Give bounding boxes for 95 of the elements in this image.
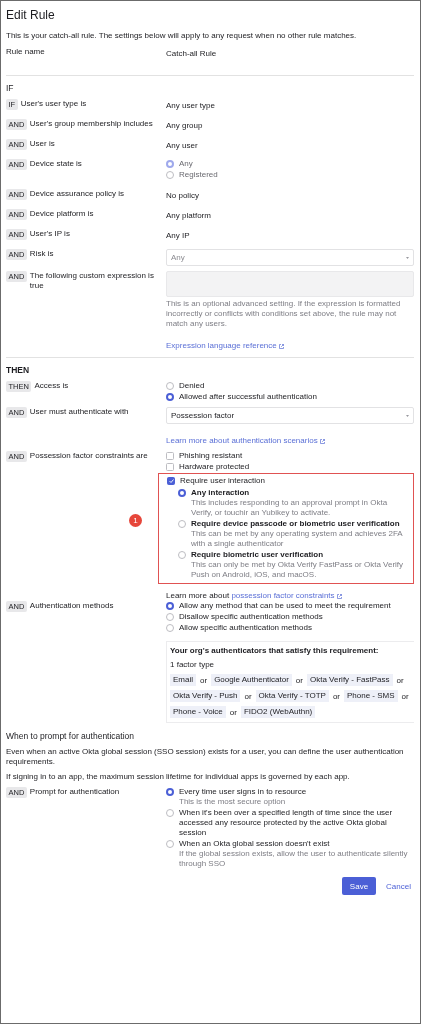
- authenticators-title: Your org's authenticators that satisfy this requirement:: [170, 646, 380, 655]
- authenticator-tag: Okta Verify - TOTP: [255, 690, 329, 702]
- intro-text: This is your catch-all rule. The settings below will apply to any request when no other rule matches.: [6, 31, 358, 41]
- section-heading: IF: [6, 83, 15, 93]
- option-label: Disallow specific authentication methods: [179, 612, 323, 622]
- condition-value: No policy: [166, 190, 200, 202]
- condition-value: Any user: [166, 140, 199, 152]
- external-link-icon: [278, 343, 284, 349]
- condition-label: Device state is: [29, 159, 82, 169]
- option-label: Hardware protected: [179, 462, 250, 472]
- condition-label: User's group membership includes: [29, 119, 153, 129]
- cancel-button[interactable]: Cancel: [386, 881, 411, 891]
- caret-icon: [406, 414, 409, 417]
- condition-label: Authentication methods: [29, 601, 114, 611]
- condition-label: Device assurance policy is: [29, 189, 125, 199]
- option-label: Any: [179, 159, 193, 169]
- condition-label: Risk is: [29, 249, 54, 259]
- radio-button[interactable]: [178, 520, 186, 528]
- option-label: Any interaction: [191, 488, 250, 498]
- condition-value: Any user type: [166, 100, 216, 112]
- option-label: Registered: [179, 170, 218, 180]
- radio-button[interactable]: [166, 393, 174, 401]
- condition-label: Possession factor constraints are: [29, 451, 148, 461]
- radio-button[interactable]: [166, 382, 174, 390]
- radio-button[interactable]: [166, 788, 174, 796]
- option-description: This can only be met by Okta Verify FastPass or Okta Verify Push on Android, iOS, and macOS.: [191, 560, 405, 580]
- condition-label: The following custom expression is true: [29, 271, 155, 291]
- callout-number: 1: [129, 514, 142, 527]
- help-text: This is an optional advanced setting. If the expression is formatted incorrectly or conflicts with conditions set above, the rule may not match any users.: [166, 299, 402, 329]
- authenticator-tag: Phone - SMS: [344, 690, 398, 702]
- authenticator-tag: FIDO2 (WebAuthn): [240, 706, 316, 718]
- authenticator-tag: Google Authenticator: [211, 674, 292, 686]
- option-description: This includes responding to an approval prompt in Okta Verify, or touchir an Yubikey to activate.: [191, 498, 389, 518]
- condition-value: Any IP: [166, 230, 191, 242]
- help-link[interactable]: Learn more about authentication scenarios: [166, 436, 325, 446]
- condition-label: Access is: [34, 381, 69, 391]
- radio-button[interactable]: [166, 840, 174, 848]
- authenticator-tag: Phone - Voice: [170, 706, 226, 718]
- authenticator-tag: Okta Verify - Push: [170, 690, 241, 702]
- checkbox[interactable]: [167, 477, 175, 485]
- option-label: Allow specific authentication methods: [179, 623, 312, 633]
- option-label: Allowed after successful authentication: [179, 392, 317, 402]
- radio-button[interactable]: [178, 489, 186, 497]
- authenticator-tag: Email: [170, 674, 196, 686]
- option-description: This can be met by any operating system and achieves 2FA with a single authenticator: [191, 529, 404, 549]
- field-label: Rule name: [6, 47, 46, 58]
- condition-value: Any group: [166, 120, 204, 132]
- option-label: Denied: [179, 381, 205, 391]
- or-text: or: [331, 691, 341, 701]
- section-heading: THEN: [6, 365, 31, 375]
- or-text: or: [294, 675, 304, 685]
- option-description: This is the most secure option: [179, 797, 287, 807]
- dialog-title: Edit Rule: [6, 8, 56, 22]
- condition-label: Device platform is: [29, 209, 94, 219]
- save-button[interactable]: Save: [341, 877, 377, 895]
- condition-label: User's user type is: [20, 99, 87, 109]
- option-label: When an Okta global session doesn't exist: [179, 839, 330, 849]
- factor-count: 1 factor type: [170, 660, 216, 669]
- external-link-icon: [319, 438, 325, 444]
- condition-label: User's IP is: [29, 229, 70, 239]
- or-text: or: [243, 691, 253, 701]
- option-label: Require user interaction: [180, 476, 265, 486]
- option-description: If the global session exists, allow the user to authenticate silently through SSO: [179, 849, 409, 869]
- radio-button[interactable]: [166, 613, 174, 621]
- caret-icon: [406, 256, 409, 259]
- option-label: Allow any method that can be used to meet the requirement: [179, 601, 391, 611]
- radio-button[interactable]: [178, 551, 186, 559]
- section-heading: When to prompt for authentication: [6, 731, 136, 741]
- select-field[interactable]: Possession factor: [166, 407, 414, 424]
- info-text: Even when an active Okta global session (SSO session) exists for a user, you can define the user authentication requirements.: [6, 747, 405, 767]
- condition-label: Prompt for authentication: [29, 787, 120, 797]
- option-label: Every time user signs in to resource: [179, 787, 307, 797]
- condition-label: User must authenticate with: [29, 407, 129, 417]
- condition-value: Any platform: [166, 210, 212, 222]
- authenticator-tag: Okta Verify - FastPass: [307, 674, 393, 686]
- help-link[interactable]: possession factor constraints: [231, 591, 342, 601]
- rule-name-value: Catch-all Rule: [166, 48, 218, 60]
- or-text: or: [395, 675, 405, 685]
- or-text: or: [400, 691, 410, 701]
- radio-button[interactable]: [166, 602, 174, 610]
- checkbox[interactable]: [166, 452, 174, 460]
- check-icon: [168, 479, 174, 483]
- learn-more-text: Learn more about: [166, 591, 231, 600]
- checkbox[interactable]: [166, 463, 174, 471]
- info-text: If signing in to an app, the maximum session lifetime for individual apps is governed by each app.: [6, 772, 351, 782]
- condition-label: User is: [29, 139, 55, 149]
- option-label: When it's been over a specified length of time since the user accessed any resource protected by the active Okta global session: [179, 808, 394, 838]
- or-text: or: [199, 675, 209, 685]
- option-label: Require device passcode or biometric user verification: [191, 519, 400, 529]
- option-label: Require biometric user verification: [191, 550, 324, 560]
- or-text: or: [228, 707, 238, 717]
- option-label: Phishing resistant: [179, 451, 243, 461]
- radio-button[interactable]: [166, 809, 174, 817]
- radio-button[interactable]: [166, 624, 174, 632]
- external-link-icon: [336, 593, 342, 599]
